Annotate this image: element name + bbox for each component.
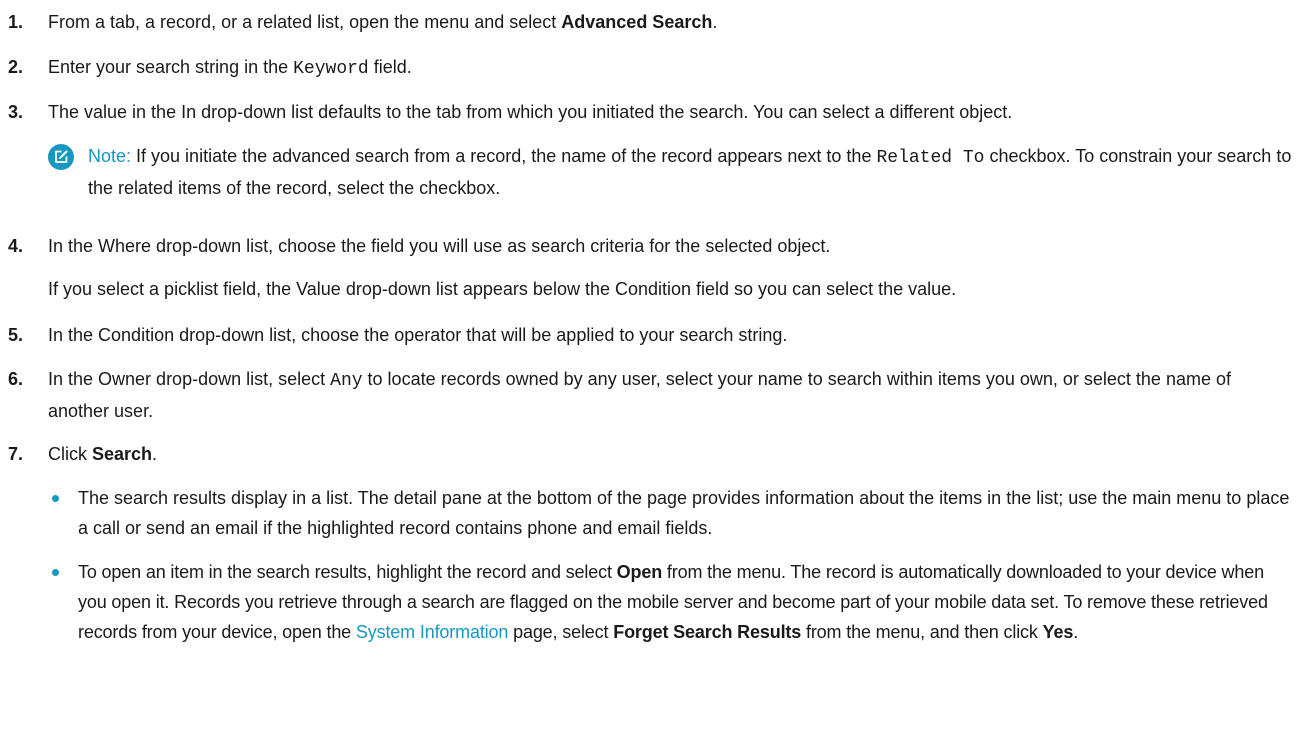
menu-option-advanced-search: Advanced Search xyxy=(561,12,713,32)
list-item: To open an item in the search results, h… xyxy=(48,557,1297,647)
list-item: The search results display in a list. Th… xyxy=(48,483,1297,543)
field-name-keyword: Keyword xyxy=(293,59,369,79)
step-1: 1. From a tab, a record, or a related li… xyxy=(8,7,1297,37)
confirm-option-yes: Yes xyxy=(1042,622,1074,642)
field-name-related-to: Related To xyxy=(876,148,985,168)
step-text: Enter your search string in the Keyword … xyxy=(48,57,412,79)
step-number: 2. xyxy=(8,57,24,77)
step-text: In the Owner drop-down list, select Any … xyxy=(48,369,1231,421)
step-6: 6. In the Owner drop-down list, select A… xyxy=(8,364,1297,426)
document-page: 1. From a tab, a record, or a related li… xyxy=(0,0,1307,737)
step-number: 5. xyxy=(8,325,24,345)
step-number: 1. xyxy=(8,12,24,32)
step-text: In the Where drop-down list, choose the … xyxy=(48,236,831,256)
step-number: 3. xyxy=(8,102,24,122)
step-text: From a tab, a record, or a related list,… xyxy=(48,12,718,32)
step-text: Click Search. xyxy=(48,444,158,464)
note-label: Note: xyxy=(88,146,132,166)
step-2: 2. Enter your search string in the Keywo… xyxy=(8,52,1297,84)
step-number: 4. xyxy=(8,236,24,256)
search-button-label: Search xyxy=(92,444,153,464)
result-notes-list: The search results display in a list. Th… xyxy=(48,483,1297,647)
edit-note-icon xyxy=(48,144,74,170)
step-text: The value in the In drop-down list defau… xyxy=(48,102,1013,122)
owner-value-any: Any xyxy=(330,371,363,391)
step-3: 3. The value in the In drop-down list de… xyxy=(8,97,1297,127)
menu-option-forget-search-results: Forget Search Results xyxy=(613,622,802,642)
step-text: In the Condition drop-down list, choose … xyxy=(48,325,788,345)
step-number: 7. xyxy=(8,444,24,464)
menu-option-open: Open xyxy=(616,562,663,582)
step-4: 4. In the Where drop-down list, choose t… xyxy=(8,231,1297,304)
step-followup: If you select a picklist field, the Valu… xyxy=(48,279,957,299)
step-7: 7. Click Search. The search results disp… xyxy=(8,439,1297,647)
system-information-link[interactable]: System Information xyxy=(356,622,509,642)
step-5: 5. In the Condition drop-down list, choo… xyxy=(8,320,1297,350)
note-callout: Note: If you initiate the advanced searc… xyxy=(48,141,1297,203)
step-number: 6. xyxy=(8,369,24,389)
